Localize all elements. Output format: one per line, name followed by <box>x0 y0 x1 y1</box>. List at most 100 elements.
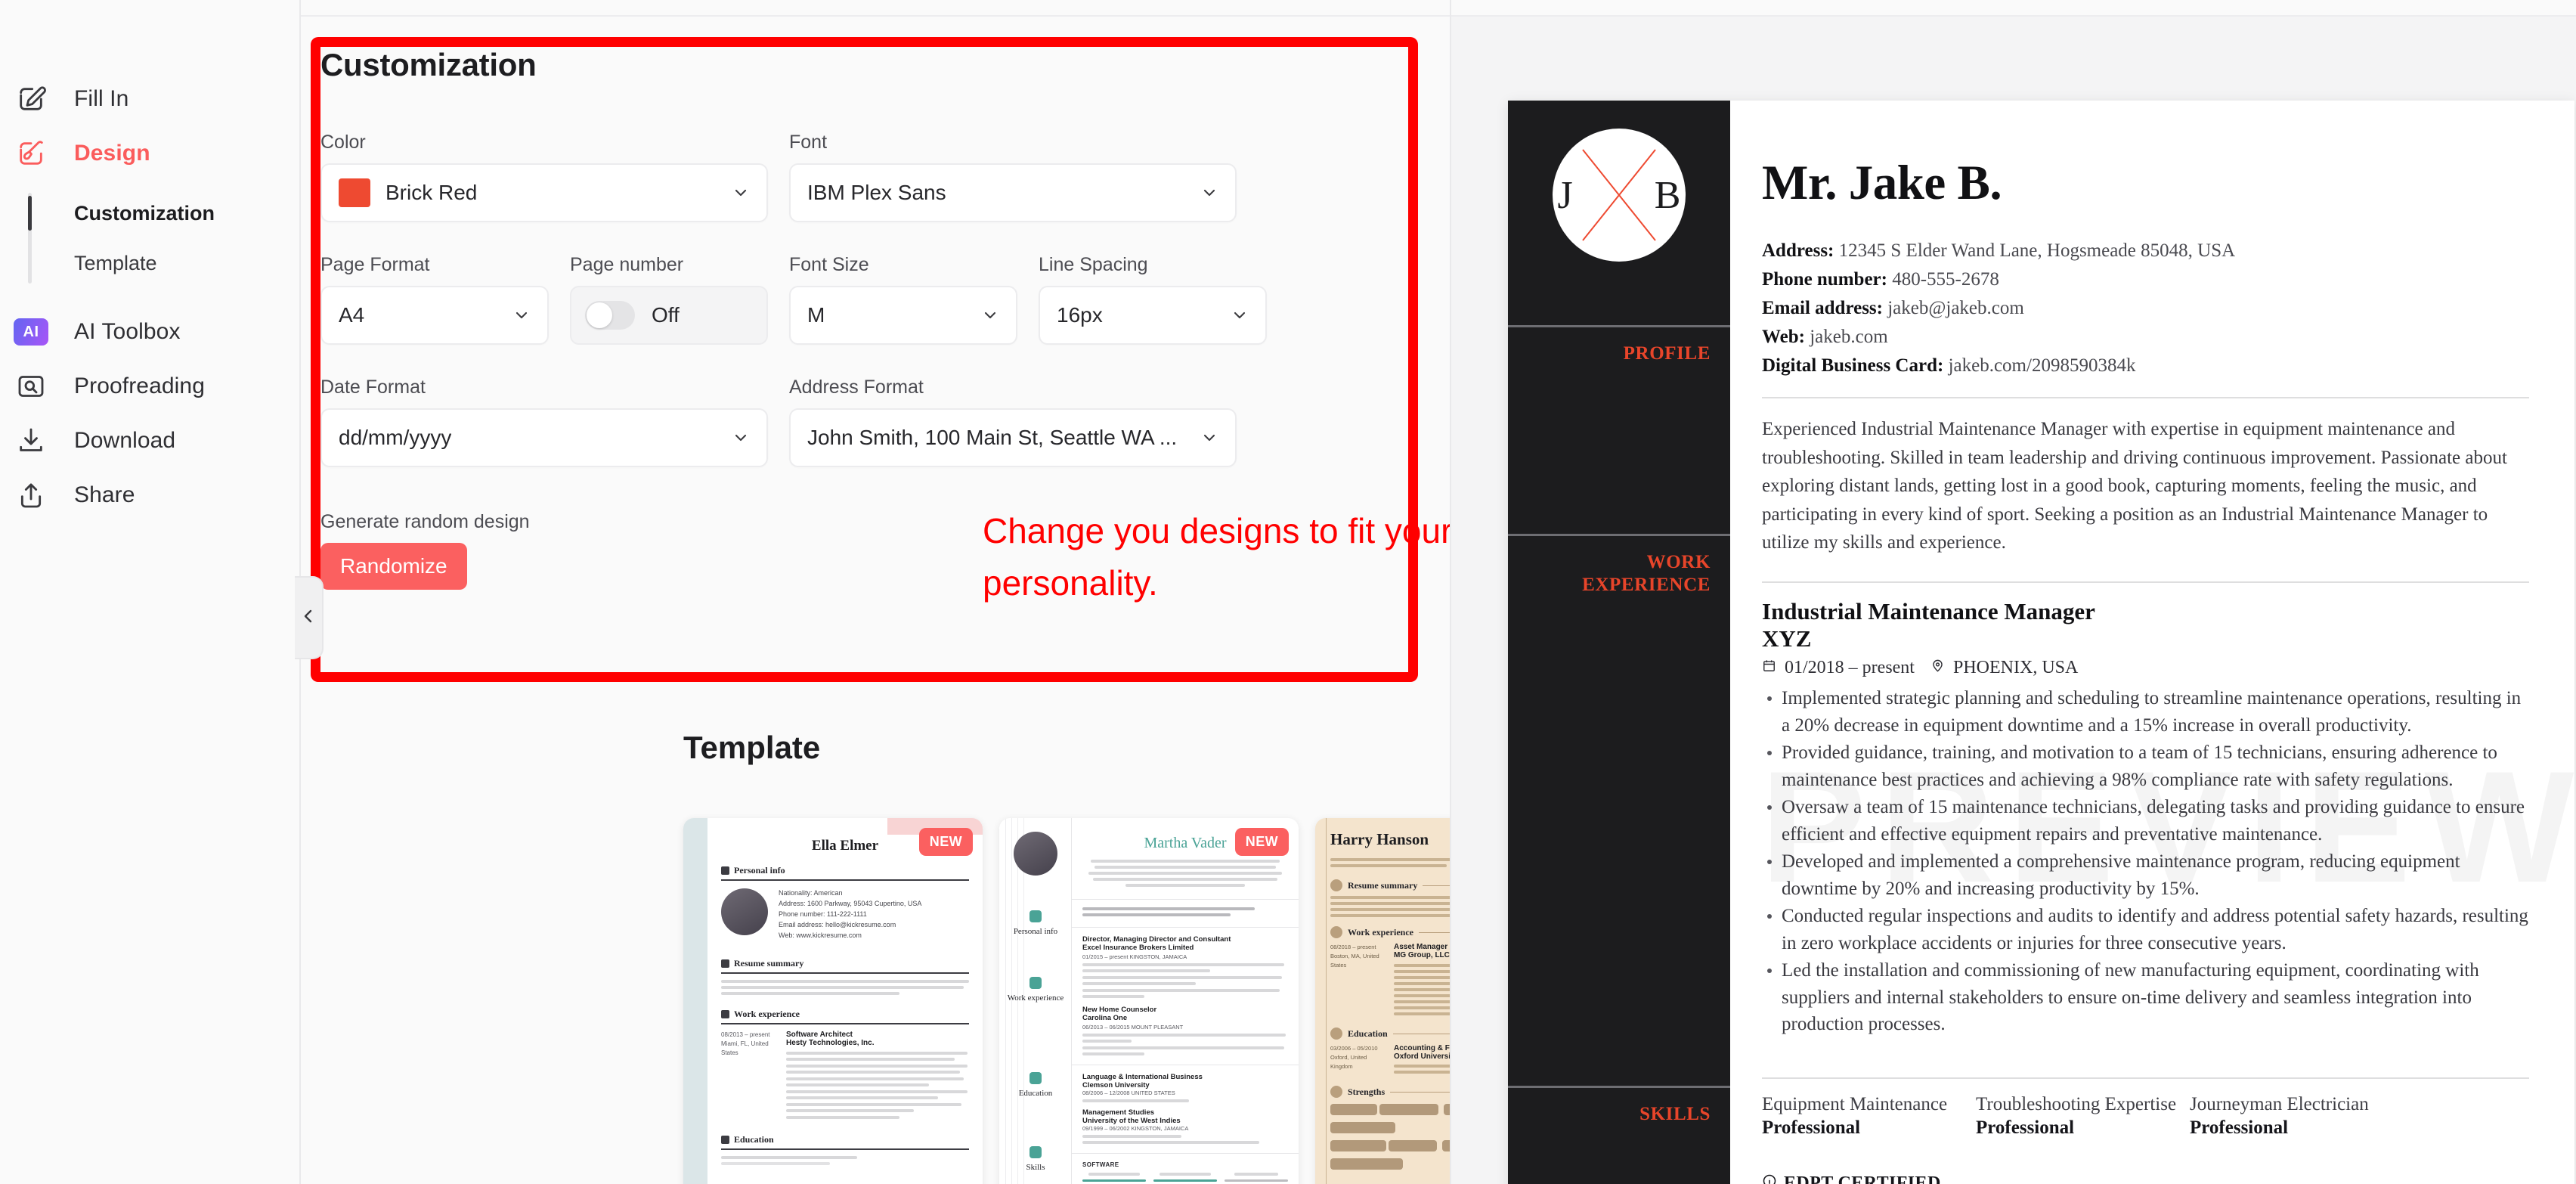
job-location: PHOENIX, USA <box>1952 658 2079 678</box>
sidebar-item-label: Fill In <box>74 86 129 111</box>
template-job-title: Director, Managing Director and Consulta… <box>1082 935 1231 944</box>
subitem-label: Template <box>74 251 157 274</box>
template-section-header: Work experience <box>721 1009 969 1024</box>
sidebar-collapse-button[interactable] <box>295 576 324 659</box>
left-sidebar: Fill In Design Customization Template AI… <box>0 0 301 1184</box>
section-label: Resume summary <box>734 957 804 969</box>
contact-label: Email address: <box>1762 298 1883 318</box>
template-field: Address: 1600 Parkway, 95043 Cupertino, … <box>779 899 922 907</box>
sidebar-item-label: Design <box>74 141 150 166</box>
template-preview-body: Harry Hanson Resume summary Work experie… <box>1315 818 1450 1184</box>
template-edu-meta: 09/1999 – 06/2002 KINGSTON, JAMAICA <box>1082 1125 1189 1132</box>
contact-value: jakeb@jakeb.com <box>1887 298 2024 318</box>
section-label: Personal info <box>1013 927 1058 936</box>
font-select[interactable]: IBM Plex Sans <box>789 163 1237 222</box>
job-meta: 01/2018 – present PHOENIX, USA <box>1762 658 2529 678</box>
chevron-down-icon <box>981 306 999 324</box>
template-job-title: Asset Manager <box>1394 943 1448 951</box>
template-job-company: Hesty Technologies, Inc. <box>786 1038 875 1047</box>
template-section-header: Resume summary <box>1330 879 1450 891</box>
line-spacing-select[interactable]: 16px <box>1039 286 1267 345</box>
contact-value: jakeb.com <box>1810 327 1888 347</box>
x-cross-icon <box>1582 149 1656 241</box>
briefcase-icon <box>721 1009 729 1018</box>
sidebar-item-label: AI Toolbox <box>74 319 181 344</box>
contact-label: Address: <box>1762 240 1834 261</box>
resume-builder-app: Fill In Design Customization Template AI… <box>0 0 2576 1184</box>
briefcase-icon <box>1330 926 1342 938</box>
skill-group-label: SOFTWARE <box>1082 1161 1119 1168</box>
resume-work-entry: Industrial Maintenance Manager XYZ 01/20… <box>1762 598 2529 1038</box>
font-label: Font <box>789 132 828 153</box>
address-format-select[interactable]: John Smith, 100 Main St, Seattle WA ... <box>789 408 1237 467</box>
sidebar-item-share[interactable]: Share <box>0 468 299 522</box>
briefcase-icon <box>1029 977 1042 989</box>
person-icon <box>721 959 729 968</box>
ai-badge-label: AI <box>14 318 48 346</box>
top-divider <box>1451 0 2576 17</box>
design-subnav: Customization Template <box>0 188 299 288</box>
template-card-ella-elmer[interactable]: NEW Ella Elmer Personal info Nationality… <box>683 818 983 1184</box>
template-card-harry-hanson[interactable]: NEW Harry Hanson <box>1315 818 1450 1184</box>
section-label: Resume summary <box>1348 879 1418 891</box>
resume-certificate: EDPT CERTIFIED Professional <box>1762 1173 2529 1184</box>
template-section-title: Template <box>683 730 821 765</box>
section-label: Work experience <box>734 1008 800 1019</box>
contact-value: 480-555-2678 <box>1892 269 1999 290</box>
sidebar-subitem-customization[interactable]: Customization <box>0 188 299 238</box>
divider <box>1762 581 2529 583</box>
sidebar-item-download[interactable]: Download <box>0 414 299 468</box>
page-title: Customization <box>320 47 537 82</box>
font-value: IBM Plex Sans <box>807 181 946 204</box>
template-section-header: Personal info <box>721 865 969 881</box>
randomize-button[interactable]: Randomize <box>320 543 467 590</box>
template-card-martha-vader[interactable]: NEW Personal info Work experience Educat… <box>999 818 1299 1184</box>
skill-item: Troubleshooting Expertise Professional <box>1976 1093 2190 1139</box>
chevron-down-icon <box>512 306 531 324</box>
chevron-down-icon <box>732 184 750 202</box>
resume-body: PREVIEW Mr. Jake B. Address: 12345 S Eld… <box>1730 101 2574 1184</box>
font-size-value: M <box>807 303 825 327</box>
date-format-select[interactable]: dd/mm/yyyy <box>320 408 768 467</box>
template-section-header: Work experience <box>1330 926 1450 938</box>
job-title: Industrial Maintenance Manager <box>1762 597 2095 625</box>
sidebar-subitem-template[interactable]: Template <box>0 238 299 288</box>
resume-section-label-work-1: WORK <box>1646 551 1711 572</box>
section-label: Strengths <box>1348 1086 1386 1097</box>
section-label: Work experience <box>1348 926 1413 938</box>
avatar <box>721 888 768 935</box>
sidebar-item-ai-toolbox[interactable]: AI AI Toolbox <box>0 305 299 359</box>
page-number-toggle[interactable]: Off <box>570 286 768 345</box>
font-size-select[interactable]: M <box>789 286 1017 345</box>
template-edu-school: University of the West Indies <box>1082 1117 1181 1125</box>
strength-chips <box>1330 1102 1450 1175</box>
date-format-value: dd/mm/yyyy <box>339 426 452 449</box>
contact-label: Web: <box>1762 327 1805 347</box>
contact-value: jakeb.com/2098590384k <box>1948 355 2136 376</box>
contact-row: Email address: jakeb@jakeb.com <box>1762 294 2529 323</box>
certificate-name: EDPT CERTIFIED <box>1784 1173 1941 1184</box>
divider <box>1508 1085 1730 1088</box>
sidebar-item-label: Proofreading <box>74 373 205 398</box>
color-select[interactable]: Brick Red <box>320 163 768 222</box>
skill-level: Professional <box>2190 1117 2289 1138</box>
monogram-initial-left: J <box>1557 173 1573 217</box>
person-icon <box>1029 910 1042 922</box>
avatar <box>1014 832 1057 876</box>
annotation-text: Change you designs to fit your personali… <box>983 511 1450 603</box>
chevron-down-icon <box>732 429 750 447</box>
sidebar-item-fill-in[interactable]: Fill In <box>0 72 299 126</box>
page-format-select[interactable]: A4 <box>320 286 549 345</box>
section-label: Education <box>1018 1089 1053 1098</box>
template-edu-school: Clemson University <box>1082 1081 1150 1089</box>
template-section-header: Education <box>721 1134 969 1150</box>
resume-document[interactable]: J B PROFILE WORK EXPERIENCE SKILLS Mr. J… <box>1508 101 2574 1184</box>
page-format-value: A4 <box>339 303 365 327</box>
template-preview-body: Ella Elmer Personal info Nationality: Am… <box>707 818 983 1179</box>
sidebar-item-design[interactable]: Design <box>0 126 299 181</box>
sidebar-item-label: Download <box>74 428 176 453</box>
resume-profile-text: Experienced Industrial Maintenance Manag… <box>1762 419 2507 553</box>
skill-name: Journeyman Electrician <box>2190 1093 2369 1114</box>
toggle-switch[interactable] <box>585 301 635 330</box>
sidebar-item-proofreading[interactable]: Proofreading <box>0 359 299 414</box>
